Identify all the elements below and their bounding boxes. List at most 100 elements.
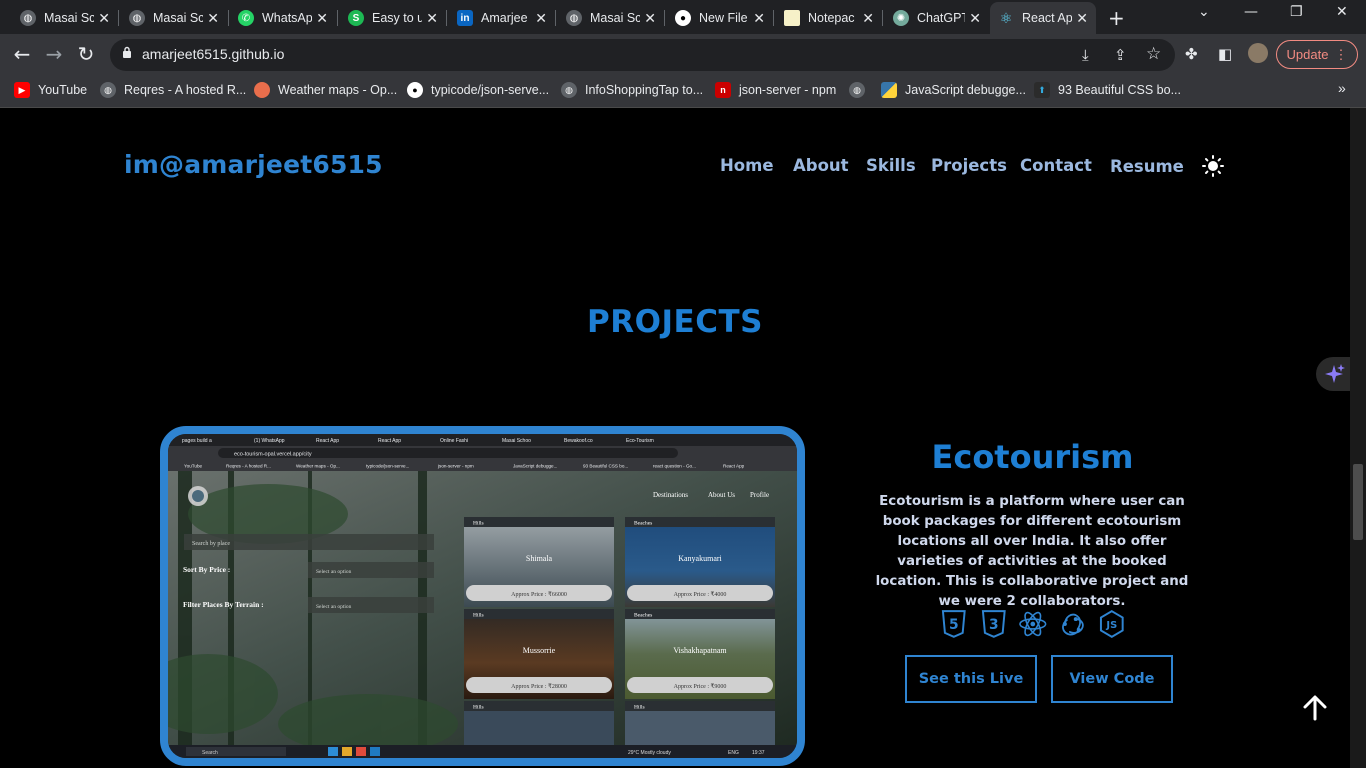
inner-tab-7: Bewakoof.co bbox=[564, 438, 593, 444]
reload-icon[interactable]: ↻ bbox=[72, 42, 100, 66]
close-icon[interactable]: ✕ bbox=[862, 10, 874, 27]
tab-7[interactable]: ● New File ✕ bbox=[667, 4, 773, 32]
tab-9[interactable]: ✺ ChatGPT ✕ bbox=[885, 4, 989, 32]
globe-icon: ◍ bbox=[561, 82, 577, 98]
close-icon[interactable]: ✕ bbox=[207, 10, 219, 27]
more-bookmarks-icon[interactable]: » bbox=[1338, 80, 1346, 96]
inner-bookmark: YouTube bbox=[184, 464, 202, 469]
inner-url: eco-tourism-opal.vercel.app/city bbox=[234, 452, 312, 458]
inner-nav: Destinations bbox=[653, 491, 688, 499]
url-text[interactable]: amarjeet6515.github.io bbox=[142, 46, 284, 62]
bookmarks-bar: ▶ YouTube ◍ Reqres - A hosted R... Weather… bbox=[0, 76, 1366, 108]
globe-icon: ◍ bbox=[20, 10, 36, 26]
inner-filter-label: Filter Places By Terrain : bbox=[183, 600, 264, 609]
bookmark-label: 93 Beautiful CSS bo... bbox=[1058, 83, 1181, 97]
weather-icon bbox=[254, 82, 270, 98]
nav-about[interactable]: About bbox=[793, 156, 849, 175]
tab-search-icon[interactable]: ⌄ bbox=[1198, 4, 1210, 20]
bookmark-globe[interactable]: ◍ bbox=[849, 82, 873, 98]
close-icon[interactable]: ✕ bbox=[316, 10, 328, 27]
close-icon[interactable]: ✕ bbox=[535, 10, 547, 27]
star-icon[interactable]: ☆ bbox=[1146, 44, 1161, 64]
inner-tab-5: Online Fashi bbox=[440, 438, 468, 444]
profile-avatar[interactable] bbox=[1248, 43, 1268, 63]
redux-icon bbox=[1061, 613, 1084, 636]
tab-title: ChatGPT bbox=[917, 11, 966, 25]
update-button[interactable]: Update ⋮ bbox=[1276, 40, 1358, 69]
card-tag: Beaches bbox=[634, 613, 652, 619]
inner-select: Select an option bbox=[316, 569, 352, 575]
card-tag: Hills bbox=[634, 705, 645, 711]
tab-5[interactable]: in Amarjee ✕ bbox=[449, 4, 555, 32]
scrollbar-thumb[interactable] bbox=[1353, 464, 1363, 540]
lock-icon bbox=[123, 46, 131, 58]
javascript-icon: JS bbox=[1100, 610, 1125, 638]
close-icon[interactable]: ✕ bbox=[1076, 10, 1088, 27]
bookmark-json-server-gh[interactable]: ● typicode/json-serve... bbox=[407, 82, 549, 98]
tab-4[interactable]: S Easy to u ✕ bbox=[340, 4, 446, 32]
bookmark-npm[interactable]: n json-server - npm bbox=[715, 82, 836, 98]
close-icon[interactable]: ✕ bbox=[969, 10, 981, 27]
tab-1[interactable]: ◍ Masai Sc ✕ bbox=[12, 4, 118, 32]
address-bar[interactable]: amarjeet6515.github.io ⤓ ⇪ ☆ bbox=[110, 39, 1175, 71]
bookmark-reqres[interactable]: ◍ Reqres - A hosted R... bbox=[100, 82, 246, 98]
back-icon[interactable]: ← bbox=[8, 42, 36, 66]
tab-title: New File bbox=[699, 11, 748, 25]
tab-divider bbox=[118, 10, 119, 26]
svg-text:JS: JS bbox=[1106, 620, 1118, 631]
project-screenshot[interactable]: pages build a (1) WhatsApp React App Rea… bbox=[160, 426, 805, 766]
nav-home[interactable]: Home bbox=[720, 156, 774, 175]
github-icon: ● bbox=[675, 10, 691, 26]
more-icon: ⋮ bbox=[1334, 46, 1348, 62]
inner-bookmark: react question - Go... bbox=[653, 464, 696, 469]
bookmark-label: Weather maps - Op... bbox=[278, 83, 398, 97]
tab-6[interactable]: ◍ Masai Sc ✕ bbox=[558, 4, 664, 32]
forward-icon[interactable]: → bbox=[40, 42, 68, 66]
scroll-to-top-icon[interactable] bbox=[1300, 693, 1330, 723]
bookmark-weather[interactable]: Weather maps - Op... bbox=[254, 82, 397, 98]
minimize-button[interactable]: — bbox=[1244, 4, 1258, 20]
inner-bookmark: JavaScript debugge... bbox=[513, 464, 557, 469]
taskbar-lang: ENG bbox=[728, 750, 739, 756]
close-icon[interactable]: ✕ bbox=[644, 10, 656, 27]
tab-divider bbox=[228, 10, 229, 26]
globe-icon: ◍ bbox=[100, 82, 116, 98]
tab-divider bbox=[446, 10, 447, 26]
side-panel-icon[interactable]: ◧ bbox=[1218, 45, 1232, 63]
bookmark-js-debugger[interactable]: JavaScript debugge... bbox=[881, 82, 1026, 98]
close-icon[interactable]: ✕ bbox=[98, 10, 110, 27]
see-live-button[interactable]: See this Live bbox=[905, 655, 1037, 703]
close-window-button[interactable]: ✕ bbox=[1336, 4, 1348, 20]
section-title: PROJECTS bbox=[587, 304, 763, 340]
install-icon[interactable]: ⤓ bbox=[1082, 46, 1089, 64]
nav-projects[interactable]: Projects bbox=[931, 156, 1007, 175]
css-icon: ⬆ bbox=[1034, 82, 1050, 98]
bookmark-css[interactable]: ⬆ 93 Beautiful CSS bo... bbox=[1034, 82, 1181, 98]
restore-button[interactable]: ❐ bbox=[1290, 4, 1303, 20]
new-tab-button[interactable]: + bbox=[1108, 6, 1125, 30]
extensions-icon[interactable]: ✤ bbox=[1185, 45, 1198, 63]
close-icon[interactable]: ✕ bbox=[753, 10, 765, 27]
share-icon[interactable]: ⇪ bbox=[1114, 46, 1127, 64]
page-scrollbar[interactable] bbox=[1350, 108, 1366, 768]
site-logo[interactable]: im@amarjeet6515 bbox=[124, 150, 383, 179]
bookmark-youtube[interactable]: ▶ YouTube bbox=[14, 82, 87, 98]
card-tag: Hills bbox=[473, 705, 484, 711]
nav-skills[interactable]: Skills bbox=[866, 156, 916, 175]
tab-10-active[interactable]: ⚛ React Ap ✕ bbox=[990, 2, 1096, 34]
tab-3[interactable]: ✆ WhatsAp ✕ bbox=[230, 4, 336, 32]
theme-toggle-sun-icon[interactable] bbox=[1202, 155, 1224, 177]
tab-2[interactable]: ◍ Masai Sc ✕ bbox=[121, 4, 227, 32]
tab-8[interactable]: Notepac ✕ bbox=[776, 4, 882, 32]
tab-title: Masai Sc bbox=[44, 11, 95, 25]
chatgpt-icon: ✺ bbox=[893, 10, 909, 26]
nav-resume[interactable]: Resume bbox=[1110, 157, 1184, 176]
card-price: Approx Price : ₹28000 bbox=[511, 683, 567, 690]
bookmark-infoshopping[interactable]: ◍ InfoShoppingTap to... bbox=[561, 82, 703, 98]
nav-contact[interactable]: Contact bbox=[1020, 156, 1092, 175]
view-code-button[interactable]: View Code bbox=[1051, 655, 1173, 703]
ai-assistant-button[interactable] bbox=[1316, 357, 1352, 391]
close-icon[interactable]: ✕ bbox=[426, 10, 438, 27]
npm-icon: n bbox=[715, 82, 731, 98]
tab-strip: ◍ Masai Sc ✕ ◍ Masai Sc ✕ ✆ WhatsAp ✕ S … bbox=[0, 0, 1366, 34]
